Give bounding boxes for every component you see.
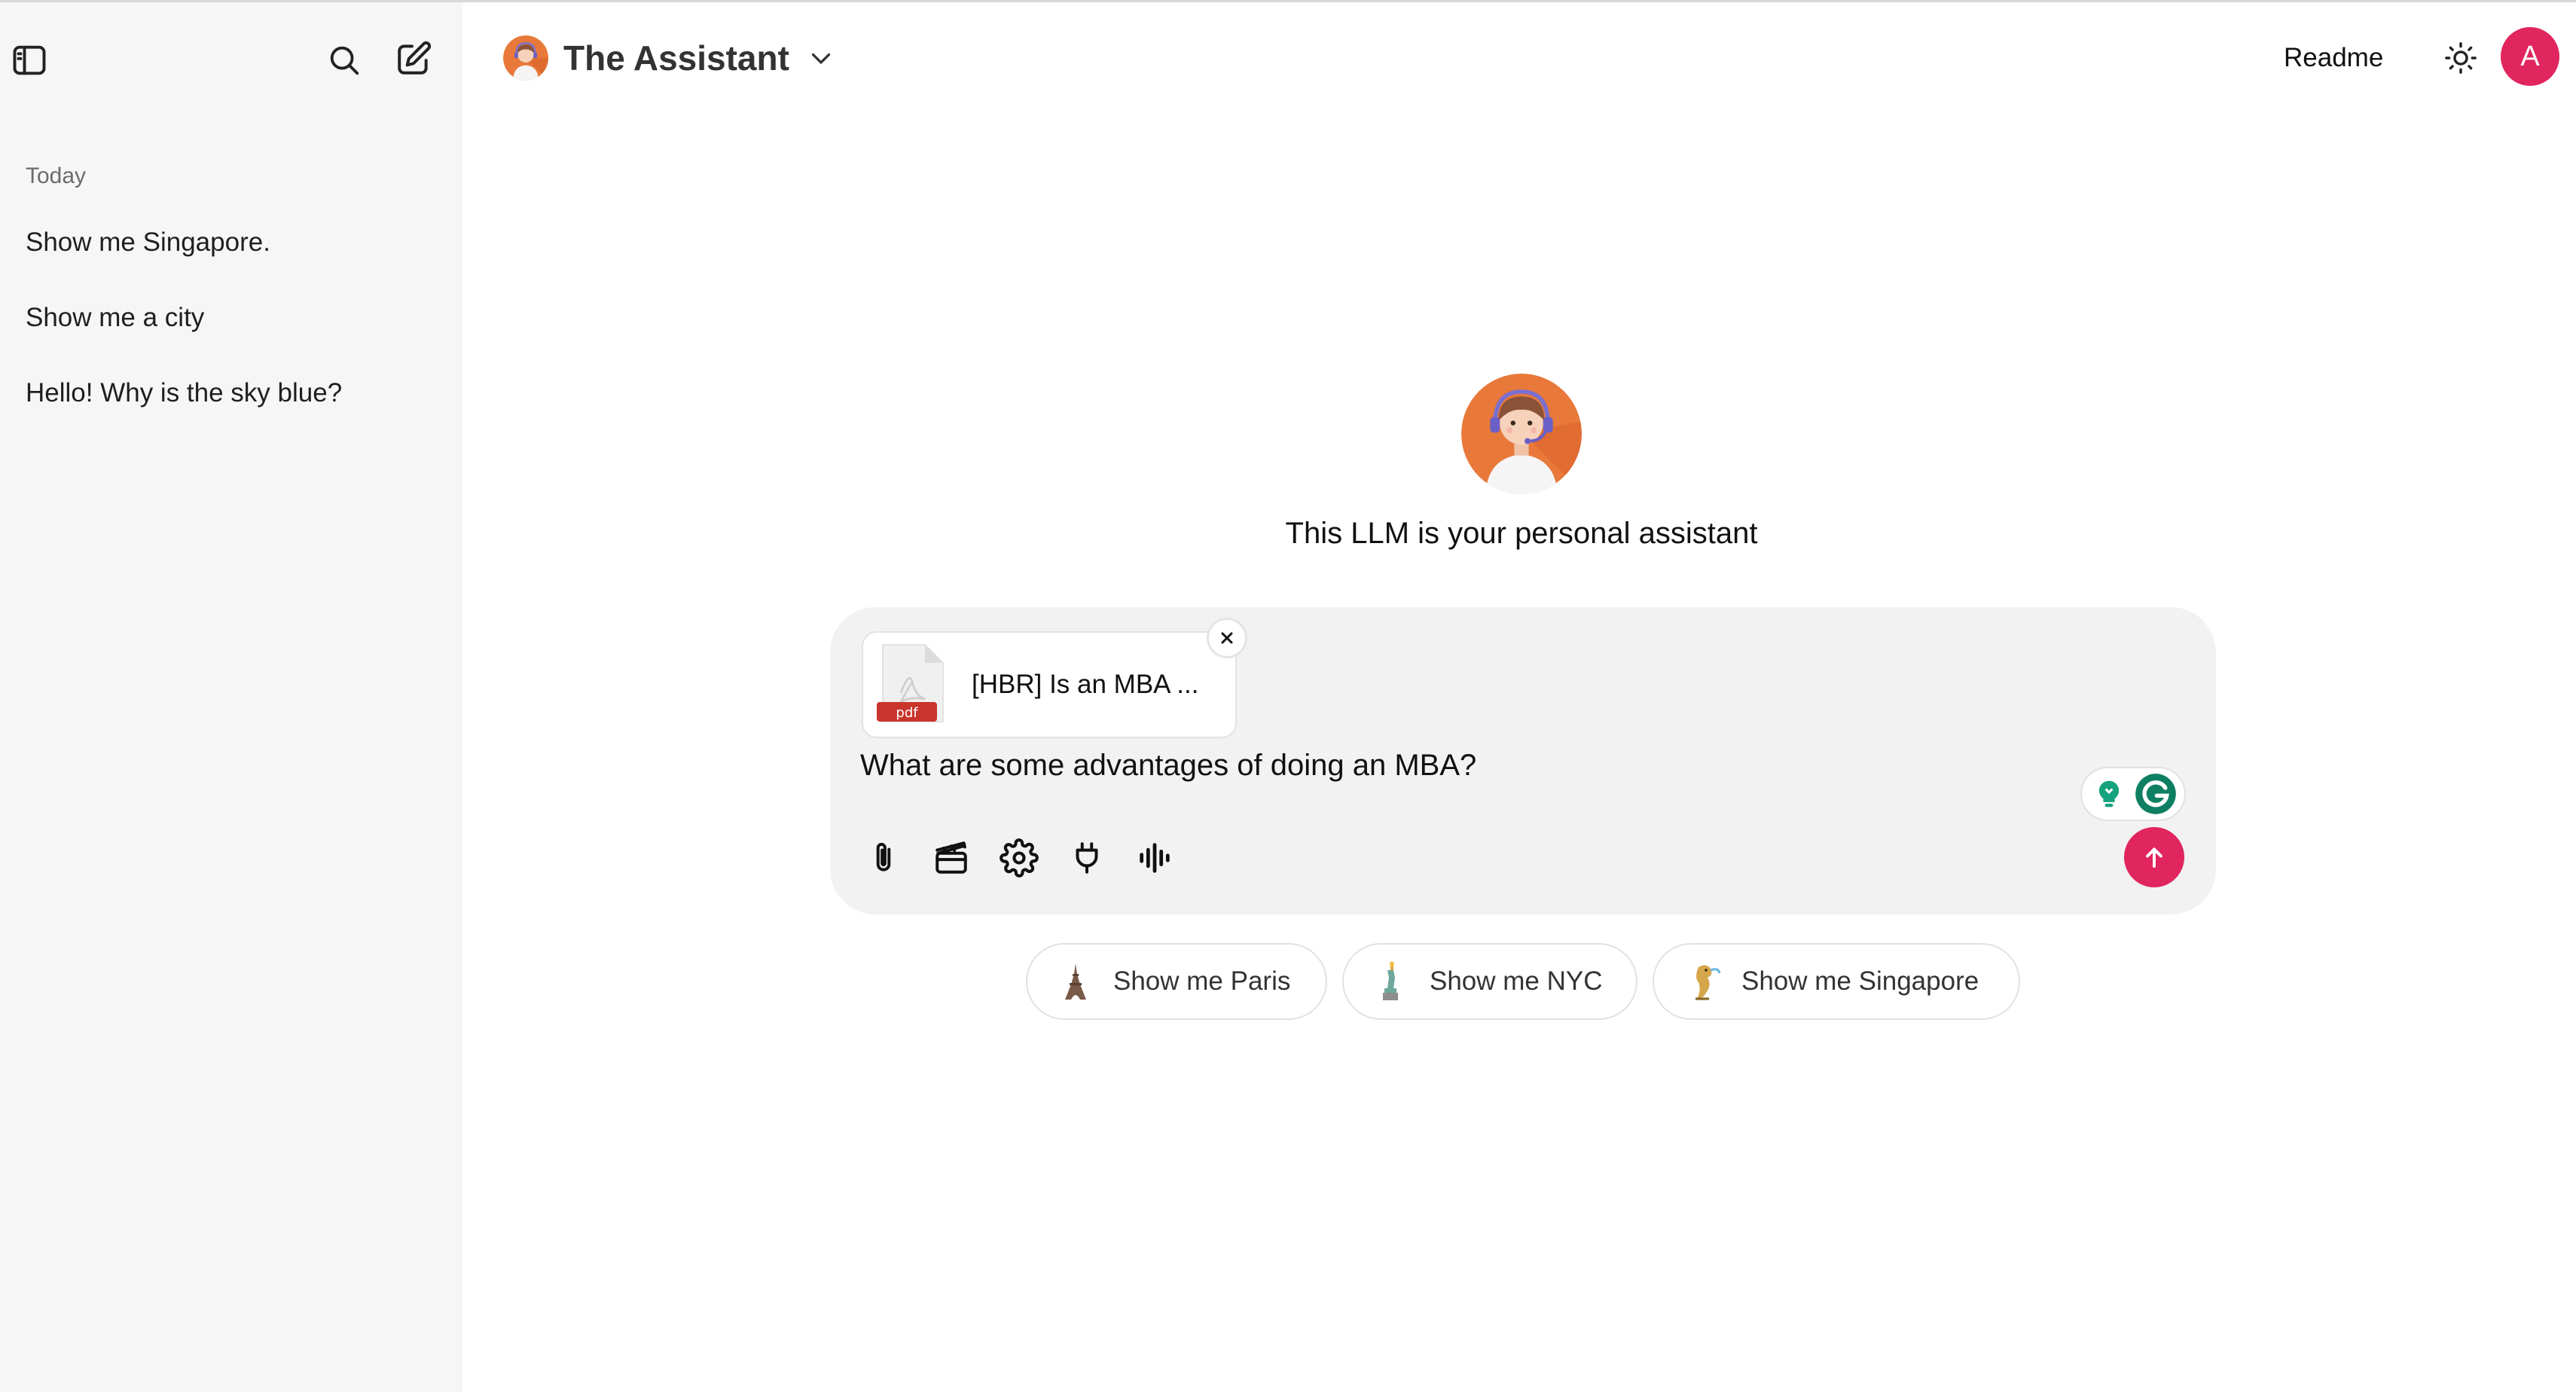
assistant-tagline: This LLM is your personal assistant bbox=[1285, 517, 1758, 550]
compose-icon bbox=[398, 41, 432, 75]
suggestion-nyc[interactable]: Show me NYC bbox=[1342, 943, 1637, 1020]
settings-button[interactable] bbox=[993, 832, 1045, 884]
prompt-input[interactable]: What are some advantages of doing an MBA… bbox=[860, 749, 1476, 783]
model-name: The Assistant bbox=[563, 38, 789, 78]
close-icon bbox=[1221, 632, 1233, 644]
user-avatar[interactable]: A bbox=[2501, 27, 2559, 86]
suggestion-label: Show me Paris bbox=[1113, 966, 1291, 996]
readme-button[interactable]: Readme bbox=[2267, 35, 2400, 81]
attachment-type-label: pdf bbox=[896, 705, 918, 721]
history-item[interactable]: Hello! Why is the sky blue? bbox=[17, 362, 446, 424]
sun-icon bbox=[2445, 42, 2477, 74]
sidebar-toggle-button[interactable] bbox=[6, 37, 53, 84]
model-selector[interactable]: The Assistant bbox=[503, 30, 835, 86]
merlion-icon bbox=[1681, 959, 1726, 1004]
message-composer: pdf [HBR] Is an MBA ... What are some ad… bbox=[830, 607, 2216, 914]
gear-icon bbox=[1000, 838, 1039, 878]
suggestion-label: Show me Singapore bbox=[1741, 966, 1979, 996]
voice-button[interactable] bbox=[1128, 832, 1181, 884]
pdf-file-icon: pdf bbox=[877, 644, 944, 722]
paperclip-icon bbox=[876, 842, 891, 872]
clapperboard-icon bbox=[935, 841, 967, 874]
plugins-button[interactable] bbox=[1061, 832, 1113, 884]
media-button[interactable] bbox=[925, 832, 978, 884]
audio-waveform-icon bbox=[1140, 843, 1170, 873]
eiffel-tower-icon bbox=[1053, 959, 1098, 1004]
suggestion-label: Show me NYC bbox=[1430, 966, 1603, 996]
assistant-avatar-icon bbox=[503, 35, 548, 81]
new-chat-button[interactable] bbox=[390, 35, 437, 82]
suggestion-singapore[interactable]: Show me Singapore bbox=[1653, 943, 2020, 1020]
theme-toggle-button[interactable] bbox=[2437, 35, 2484, 81]
attachment-name: [HBR] Is an MBA ... bbox=[972, 670, 1199, 699]
suggestion-paris[interactable]: Show me Paris bbox=[1026, 943, 1327, 1020]
attachment-card[interactable]: pdf [HBR] Is an MBA ... bbox=[862, 631, 1237, 738]
attach-button[interactable] bbox=[857, 832, 910, 884]
sidebar-panel-icon bbox=[13, 45, 46, 75]
chevron-down-icon bbox=[811, 53, 831, 64]
lightbulb-icon bbox=[2091, 776, 2127, 812]
arrow-up-icon bbox=[2146, 847, 2162, 868]
statue-of-liberty-icon bbox=[1369, 959, 1415, 1004]
history-item[interactable]: Show me a city bbox=[17, 287, 446, 349]
search-icon bbox=[330, 46, 359, 75]
search-button[interactable] bbox=[321, 37, 368, 84]
assistant-avatar-large bbox=[1461, 374, 1582, 494]
remove-attachment-button[interactable] bbox=[1207, 618, 1247, 658]
grammarly-widget[interactable] bbox=[2080, 767, 2186, 821]
sidebar: Today Show me Singapore. Show me a city … bbox=[0, 2, 462, 1392]
history-section-heading: Today bbox=[26, 163, 87, 188]
history-item[interactable]: Show me Singapore. bbox=[17, 212, 446, 273]
grammarly-icon bbox=[2135, 774, 2176, 814]
send-button[interactable] bbox=[2124, 827, 2184, 887]
plug-icon bbox=[1076, 842, 1098, 874]
